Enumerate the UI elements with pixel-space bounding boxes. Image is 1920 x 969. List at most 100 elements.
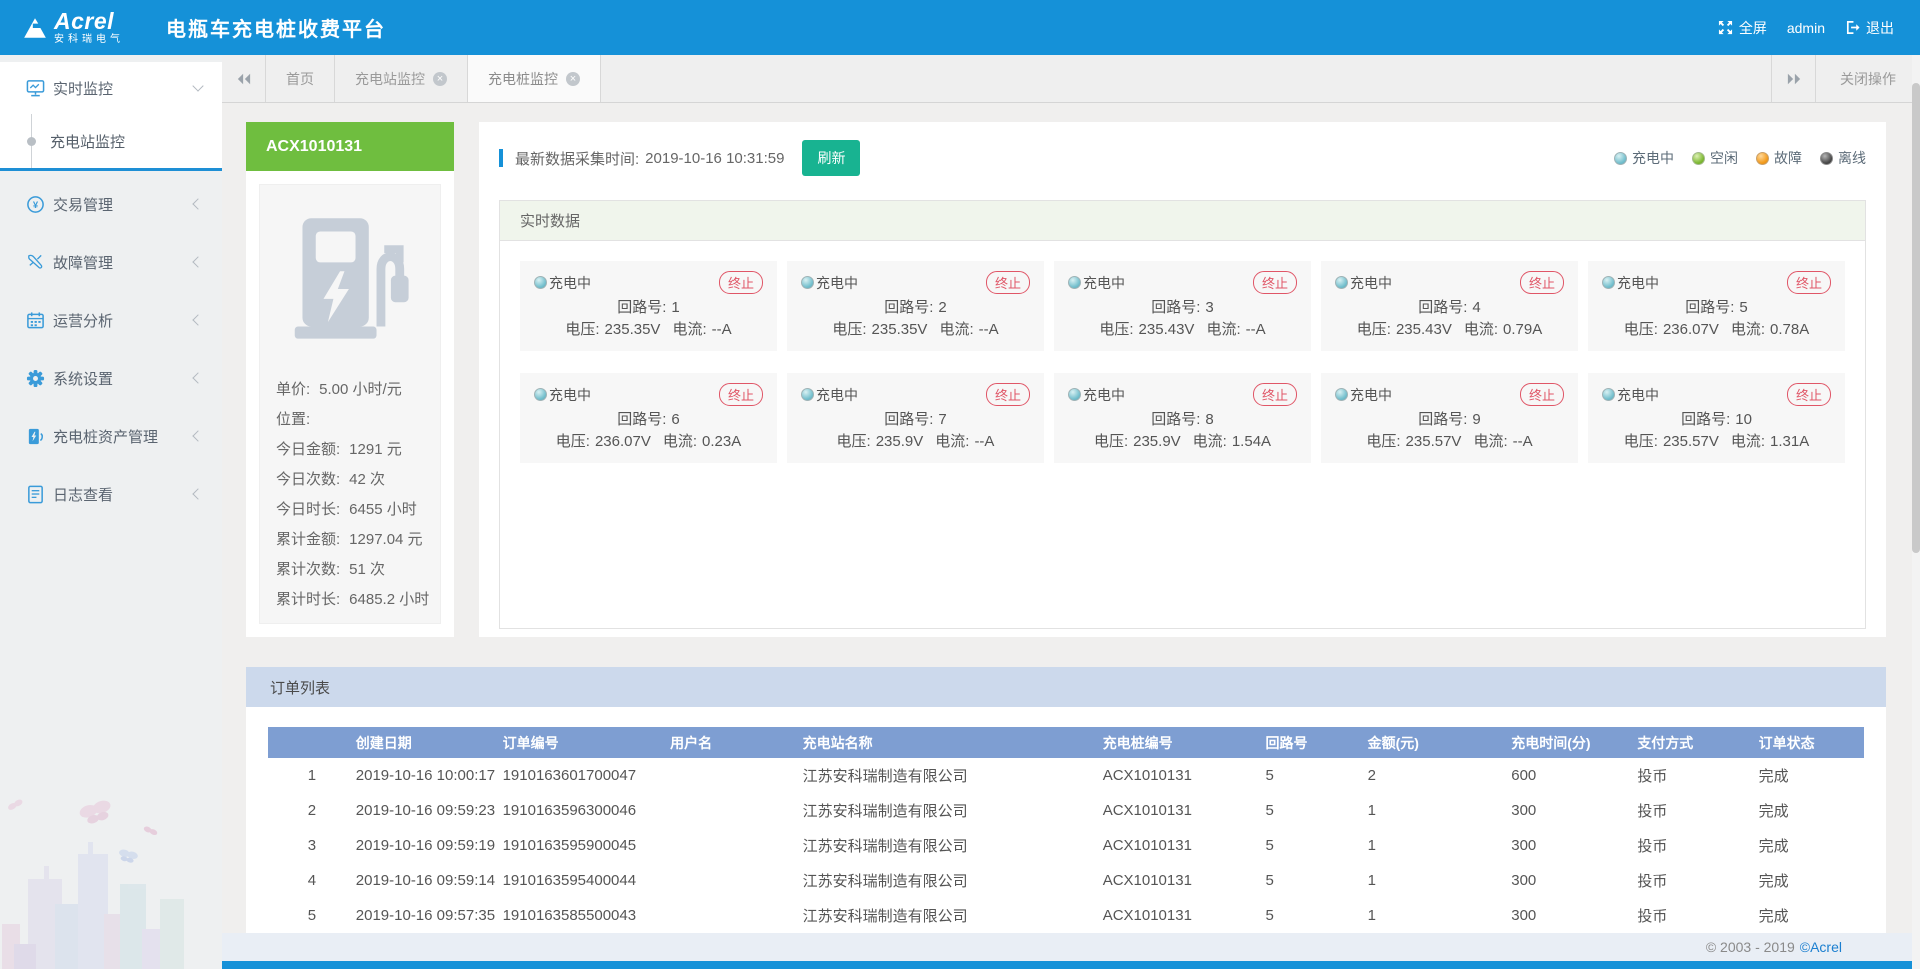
tab-home[interactable]: 首页: [266, 55, 335, 102]
stop-button[interactable]: 终止: [1253, 383, 1297, 406]
circuit-values: 电压:235.9V电流:1.54A: [1068, 430, 1297, 451]
refresh-button[interactable]: 刷新: [802, 140, 860, 176]
sidebar-item-analytics[interactable]: 运营分析: [0, 291, 222, 349]
double-chevron-left-icon: [236, 72, 252, 86]
circuit-values: 电压:235.57V电流:1.31A: [1602, 430, 1831, 451]
tools-icon: [26, 253, 45, 272]
chevron-left-icon: [192, 430, 203, 441]
legend-fault: 故障: [1756, 148, 1802, 168]
fullscreen-button[interactable]: 全屏: [1718, 18, 1767, 38]
circuit-card: 充电中 终止 回路号:3 电压:235.43V电流:--A: [1054, 261, 1311, 351]
circuit-number: 回路号:4: [1335, 296, 1564, 317]
charging-status-icon: [534, 388, 547, 401]
collect-time-label: 最新数据采集时间:: [515, 148, 639, 169]
brand-link[interactable]: ©Acrel: [1800, 939, 1842, 955]
column-header: 充电时间(分): [1511, 727, 1637, 758]
charging-status-icon: [801, 276, 814, 289]
column-header: 用户名: [670, 727, 802, 758]
charging-pile-icon: [26, 427, 45, 446]
skyline-watermark: [0, 794, 222, 969]
tab-close-icon[interactable]: ×: [566, 72, 580, 86]
vertical-scrollbar[interactable]: [1912, 55, 1920, 969]
tabs-scroll-right-button[interactable]: [1771, 55, 1815, 102]
sidebar-item-label: 交易管理: [53, 194, 194, 215]
sidebar-item-pile-assets[interactable]: 充电桩资产管理: [0, 407, 222, 465]
logo-text: Acrel: [54, 10, 124, 33]
circuit-card: 充电中 终止 回路号:2 电压:235.35V电流:--A: [787, 261, 1044, 351]
sidebar: 实时监控 充电站监控 ¥ 交易管理: [0, 55, 222, 969]
orders-panel: 订单列表 创建日期 订单编号 用: [246, 667, 1886, 933]
charging-status-icon: [1602, 276, 1615, 289]
close-operations-button[interactable]: 关闭操作: [1815, 55, 1920, 102]
logout-button[interactable]: 退出: [1845, 18, 1894, 38]
sidebar-item-station-monitor[interactable]: 充电站监控: [0, 114, 222, 168]
sidebar-item-faults[interactable]: 故障管理: [0, 233, 222, 291]
circuit-values: 电压:235.57V电流:--A: [1335, 430, 1564, 451]
station-info-total-count: 累计次数: 51 次: [276, 553, 440, 583]
circuit-values: 电压:235.43V电流:0.79A: [1335, 318, 1564, 339]
orders-table: 创建日期 订单编号 用户名 充电站名称 充电桩编号 回路号 金额(元) 充电时间…: [268, 727, 1864, 933]
stop-button[interactable]: 终止: [1520, 383, 1564, 406]
station-id: ACX1010131: [246, 122, 454, 171]
stop-button[interactable]: 终止: [719, 383, 763, 406]
username: admin: [1787, 20, 1825, 36]
stop-button[interactable]: 终止: [1253, 271, 1297, 294]
sidebar-item-settings[interactable]: 系统设置: [0, 349, 222, 407]
sidebar-item-transactions[interactable]: ¥ 交易管理: [0, 175, 222, 233]
stop-button[interactable]: 终止: [1520, 271, 1564, 294]
table-row: 5 2019-10-16 09:57:35 1910163585500043 江…: [268, 898, 1864, 933]
sidebar-item-label: 充电桩资产管理: [53, 426, 194, 447]
charging-status-icon: [1602, 388, 1615, 401]
circuit-number: 回路号:7: [801, 408, 1030, 429]
charging-status-icon: [1068, 276, 1081, 289]
charging-status-icon: [1335, 388, 1348, 401]
circuit-card: 充电中 终止 回路号:9 电压:235.57V电流:--A: [1321, 373, 1578, 463]
status-legend: 充电中 空闲 故障 离: [1614, 148, 1866, 168]
charging-pile-illustration: [289, 216, 411, 342]
column-header: 支付方式: [1637, 727, 1758, 758]
circuit-values: 电压:236.07V电流:0.78A: [1602, 318, 1831, 339]
tab-station-monitor[interactable]: 充电站监控 ×: [335, 55, 468, 102]
tab-close-icon[interactable]: ×: [433, 72, 447, 86]
circuit-card: 充电中 终止 回路号:6 电压:236.07V电流:0.23A: [520, 373, 777, 463]
circuit-card: 充电中 终止 回路号:5 电压:236.07V电流:0.78A: [1588, 261, 1845, 351]
submenu-dot-icon: [27, 137, 36, 146]
acrel-logo: Acrel 安科瑞电气: [22, 10, 124, 45]
chevron-left-icon: [192, 256, 203, 267]
sidebar-item-label: 运营分析: [53, 310, 194, 331]
station-info-today-count: 今日次数: 42 次: [276, 463, 440, 493]
sidebar-item-logs[interactable]: 日志查看: [0, 465, 222, 523]
submenu-item-label: 充电站监控: [50, 131, 125, 152]
station-info-location: 位置:: [276, 403, 440, 433]
circuit-card: 充电中 终止 回路号:10 电压:235.57V电流:1.31A: [1588, 373, 1845, 463]
tab-pile-monitor[interactable]: 充电桩监控 ×: [468, 55, 601, 102]
circuit-number: 回路号:9: [1335, 408, 1564, 429]
scrollbar-thumb[interactable]: [1912, 83, 1920, 553]
app-header: Acrel 安科瑞电气 电瓶车充电桩收费平台 全屏 admin 退出: [0, 0, 1920, 55]
acrel-logo-icon: [22, 15, 48, 41]
double-chevron-right-icon: [1786, 72, 1802, 86]
logout-icon: [1845, 20, 1860, 35]
table-row: 3 2019-10-16 09:59:19 1910163595900045 江…: [268, 828, 1864, 863]
table-row: 4 2019-10-16 09:59:14 1910163595400044 江…: [268, 863, 1864, 898]
sidebar-item-label: 故障管理: [53, 252, 194, 273]
accent-tick: [499, 149, 503, 167]
circuit-values: 电压:235.43V电流:--A: [1068, 318, 1297, 339]
realtime-data-panel: 实时数据 充电中 终止 回路号:1: [499, 200, 1866, 629]
stop-button[interactable]: 终止: [986, 383, 1030, 406]
stop-button[interactable]: 终止: [1787, 383, 1831, 406]
copyright-text: © 2003 - 2019: [1706, 939, 1795, 955]
sidebar-item-realtime-monitor[interactable]: 实时监控: [0, 62, 222, 114]
tabs-scroll-left-button[interactable]: [222, 55, 266, 102]
stop-button[interactable]: 终止: [986, 271, 1030, 294]
stop-button[interactable]: 终止: [719, 271, 763, 294]
circuit-values: 电压:235.9V电流:--A: [801, 430, 1030, 451]
page-body: ACX1010131: [222, 103, 1920, 933]
user-menu[interactable]: admin: [1787, 20, 1825, 36]
chevron-left-icon: [192, 488, 203, 499]
logout-label: 退出: [1866, 18, 1894, 38]
stop-button[interactable]: 终止: [1787, 271, 1831, 294]
station-info-today-duration: 今日时长: 6455 小时: [276, 493, 440, 523]
charging-status-icon: [1614, 152, 1627, 165]
monitor-panel: 最新数据采集时间: 2019-10-16 10:31:59 刷新 充电中 空闲: [479, 122, 1886, 637]
